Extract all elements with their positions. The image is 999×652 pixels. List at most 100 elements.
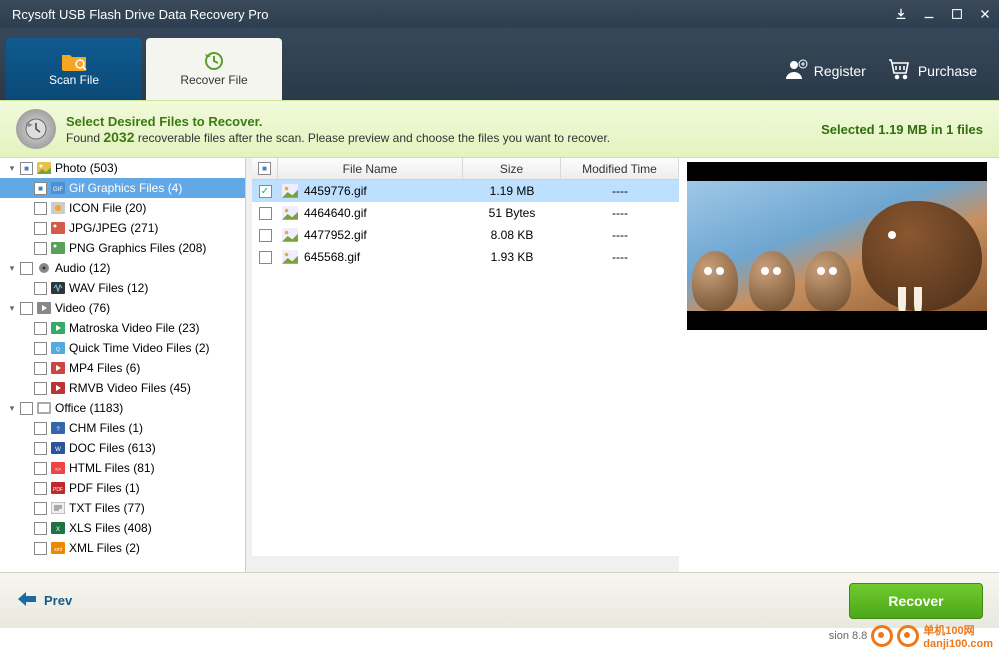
tree-item[interactable]: Matroska Video File (23) [0,318,245,338]
tree-checkbox[interactable] [34,442,47,455]
tree-item[interactable]: ?CHM Files (1) [0,418,245,438]
row-checkbox[interactable]: ✓ [259,185,272,198]
row-checkbox[interactable] [259,229,272,242]
tree-checkbox[interactable] [20,302,33,315]
expand-toggle[interactable] [21,363,31,373]
image-file-icon [282,250,298,264]
person-plus-icon [784,57,808,84]
prev-button[interactable]: Prev [16,590,72,611]
tree-checkbox[interactable] [34,242,47,255]
tree-checkbox[interactable] [34,422,47,435]
expand-toggle[interactable] [21,243,31,253]
category-tree[interactable]: ▾Photo (503)GIFGif Graphics Files (4)ICO… [0,158,246,572]
file-modified: ---- [561,184,679,198]
tree-item[interactable]: PDFPDF Files (1) [0,478,245,498]
tree-checkbox[interactable] [34,462,47,475]
tree-item[interactable]: JPG/JPEG (271) [0,218,245,238]
header-modified[interactable]: Modified Time [561,158,679,179]
tree-item[interactable]: WDOC Files (613) [0,438,245,458]
tree-checkbox[interactable] [20,162,33,175]
logo-orb-icon [871,625,893,647]
tree-checkbox[interactable] [34,482,47,495]
tree-checkbox[interactable] [34,282,47,295]
maximize-button[interactable] [943,0,971,28]
header-filename[interactable]: File Name [278,158,463,179]
table-row[interactable]: ✓4459776.gif1.19 MB---- [252,180,679,202]
row-checkbox[interactable] [259,207,272,220]
expand-toggle[interactable] [21,543,31,553]
download-icon[interactable] [887,0,915,28]
close-button[interactable] [971,0,999,28]
expand-toggle[interactable]: ▾ [7,263,17,273]
expand-toggle[interactable] [21,503,31,513]
tree-item[interactable]: PNG Graphics Files (208) [0,238,245,258]
tree-checkbox[interactable] [20,402,33,415]
table-row[interactable]: 4477952.gif8.08 KB---- [252,224,679,246]
expand-toggle[interactable] [21,383,31,393]
recover-button[interactable]: Recover [849,583,983,619]
table-body[interactable]: ✓4459776.gif1.19 MB----4464640.gif51 Byt… [252,180,679,556]
tree-item[interactable]: ICON File (20) [0,198,245,218]
expand-toggle[interactable] [21,343,31,353]
tree-item[interactable]: TXT Files (77) [0,498,245,518]
tree-item[interactable]: XXLS Files (408) [0,518,245,538]
tree-item[interactable]: MP4 Files (6) [0,358,245,378]
tree-checkbox[interactable] [34,182,47,195]
banner-heading: Select Desired Files to Recover. [66,114,610,129]
tree-checkbox[interactable] [20,262,33,275]
tree-checkbox[interactable] [34,342,47,355]
expand-toggle[interactable] [21,223,31,233]
preview-pane [679,158,999,572]
header-size[interactable]: Size [463,158,561,179]
photo-icon [36,161,52,175]
preview-frame [687,162,987,330]
register-button[interactable]: Register [784,57,866,84]
tree-item[interactable]: RMVB Video Files (45) [0,378,245,398]
tree-checkbox[interactable] [34,522,47,535]
header-checkbox-cell[interactable] [252,158,278,179]
tree-checkbox[interactable] [34,362,47,375]
tree-item[interactable]: xmlXML Files (2) [0,538,245,558]
row-checkbox[interactable] [259,251,272,264]
svg-text:W: W [55,447,61,453]
expand-toggle[interactable] [21,183,31,193]
purchase-button[interactable]: Purchase [888,57,977,84]
expand-toggle[interactable] [21,523,31,533]
tree-item[interactable]: WAV Files (12) [0,278,245,298]
tree-item[interactable]: QQuick Time Video Files (2) [0,338,245,358]
xls-icon: X [50,521,66,535]
tree-item[interactable]: ▾ Audio (12) [0,258,245,278]
expand-toggle[interactable] [21,463,31,473]
arrow-left-icon [16,590,38,611]
tree-checkbox[interactable] [34,542,47,555]
expand-toggle[interactable] [21,443,31,453]
table-row[interactable]: 645568.gif1.93 KB---- [252,246,679,268]
tree-checkbox[interactable] [34,382,47,395]
expand-toggle[interactable]: ▾ [7,163,17,173]
expand-toggle[interactable] [21,283,31,293]
tab-scan-file[interactable]: Scan File [6,38,142,100]
svg-text:PDF: PDF [53,487,63,493]
tree-checkbox[interactable] [34,322,47,335]
tree-checkbox[interactable] [34,202,47,215]
tree-item[interactable]: ▾Photo (503) [0,158,245,178]
tab-recover-file[interactable]: Recover File [146,38,282,100]
tree-item[interactable]: ▾Office (1183) [0,398,245,418]
select-all-checkbox[interactable] [258,162,271,175]
tree-checkbox[interactable] [34,502,47,515]
expand-toggle[interactable]: ▾ [7,303,17,313]
expand-toggle[interactable] [21,323,31,333]
doc-icon: W [50,441,66,455]
minimize-button[interactable] [915,0,943,28]
horizontal-scrollbar[interactable] [252,556,679,572]
table-row[interactable]: 4464640.gif51 Bytes---- [252,202,679,224]
tree-item[interactable]: GIFGif Graphics Files (4) [0,178,245,198]
expand-toggle[interactable] [21,423,31,433]
tree-label: Audio (12) [55,261,110,275]
tree-checkbox[interactable] [34,222,47,235]
expand-toggle[interactable]: ▾ [7,403,17,413]
tree-item[interactable]: ▾Video (76) [0,298,245,318]
expand-toggle[interactable] [21,483,31,493]
expand-toggle[interactable] [21,203,31,213]
tree-item[interactable]: <>HTML Files (81) [0,458,245,478]
